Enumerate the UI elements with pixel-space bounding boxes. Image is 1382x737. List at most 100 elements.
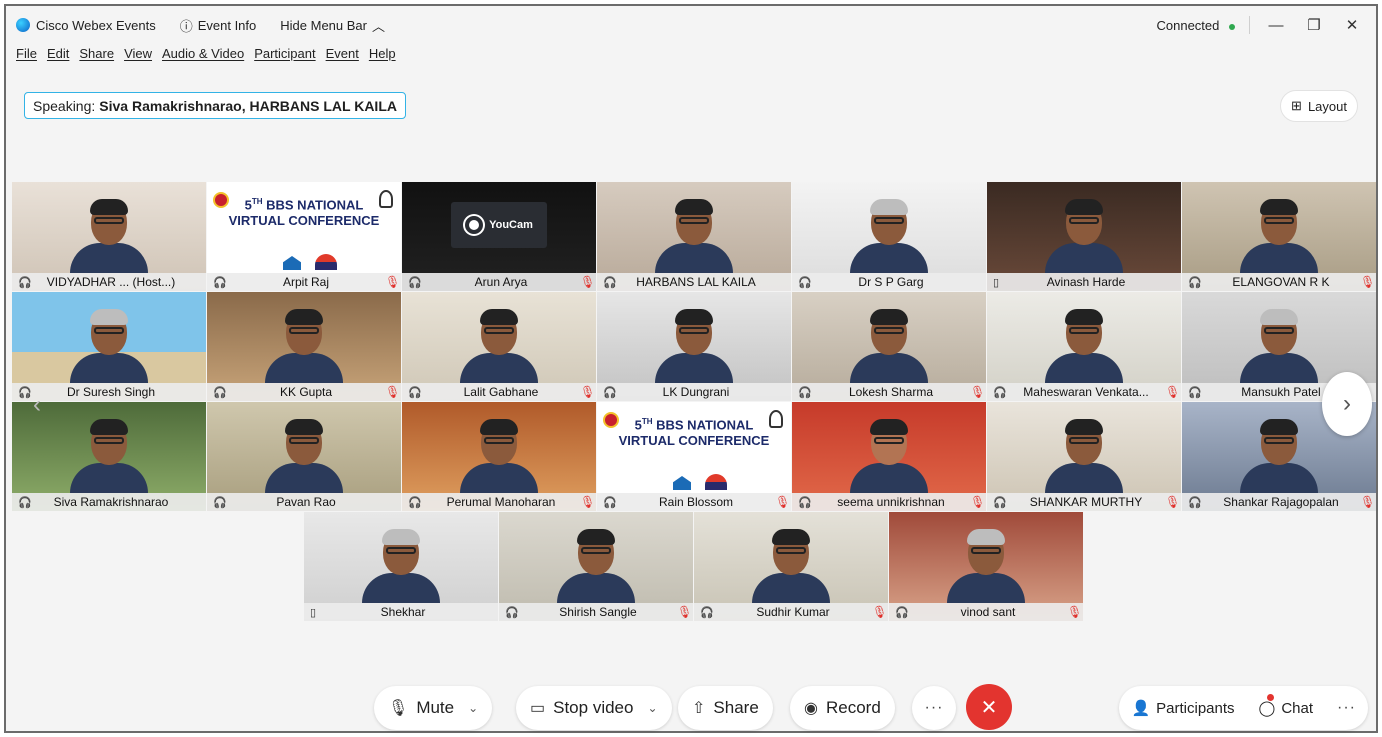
menu-help[interactable]: Help: [369, 46, 396, 68]
participant-tile[interactable]: 🎧 Lokesh Sharma 🎙: [792, 292, 986, 401]
participant-tile[interactable]: YouCam 🎧 Arun Arya 🎙: [402, 182, 596, 291]
participant-label: 🎧 VIDYADHAR ... (Host...): [12, 273, 206, 291]
menu-bar: File Edit Share View Audio & Video Parti…: [6, 46, 396, 68]
poster-title-ordinal: TH: [641, 417, 653, 426]
more-icon: ···: [924, 699, 944, 716]
participant-label: 🎧 Dr S P Garg: [792, 273, 986, 291]
participant-tile[interactable]: 🎧 Sudhir Kumar 🎙: [694, 512, 888, 621]
participant-tile[interactable]: ▯ Avinash Harde: [987, 182, 1181, 291]
share-button[interactable]: ⇧ Share: [678, 686, 773, 730]
menu-share[interactable]: Share: [79, 46, 114, 68]
person-icon: 👤: [1131, 700, 1151, 717]
participant-tile[interactable]: 🎧 Shirish Sangle 🎙: [499, 512, 693, 621]
poster-title-line1: BBS NATIONAL: [656, 417, 754, 433]
hair: [577, 529, 615, 545]
torso: [1240, 243, 1318, 273]
participant-video: [655, 309, 733, 383]
layout-button[interactable]: ⊞ Layout: [1280, 90, 1358, 122]
glasses: [1069, 327, 1099, 334]
participant-tile[interactable]: 🎧 KK Gupta 🎙: [207, 292, 401, 401]
hair: [90, 309, 128, 325]
close-window-button[interactable]: ✕: [1340, 16, 1364, 34]
muted-mic-icon: 🎙: [775, 495, 791, 509]
audio-icon: ▯: [993, 276, 1000, 289]
menu-view[interactable]: View: [124, 46, 152, 68]
participant-tile[interactable]: 🎧 Pavan Rao: [207, 402, 401, 511]
participant-tile[interactable]: 🎧 SHANKAR MURTHY 🎙: [987, 402, 1181, 511]
hair: [285, 419, 323, 435]
hair: [1065, 309, 1103, 325]
glasses: [679, 217, 709, 224]
more-options-button[interactable]: ···: [912, 686, 956, 730]
participant-name: Dr S P Garg: [858, 275, 924, 289]
muted-mic-icon: 🎙: [580, 385, 596, 399]
participant-tile[interactable]: 🎧 LK Dungrani: [597, 292, 791, 401]
participant-tile[interactable]: 🎧 Maheswaran Venkata... 🎙: [987, 292, 1181, 401]
title-bar: Cisco Webex Events ⓘ Event Info Hide Men…: [6, 6, 1376, 44]
muted-mic-icon: 🎙: [580, 495, 596, 509]
audio-icon: 🎧: [213, 386, 227, 399]
stop-video-button[interactable]: ▭ Stop video ⌄: [516, 686, 672, 730]
participant-tile[interactable]: 🎧 ELANGOVAN R K 🎙: [1182, 182, 1376, 291]
video-camera-icon: ▭: [530, 700, 546, 717]
camera-lens-icon: [465, 216, 484, 234]
leave-meeting-button[interactable]: ✕: [966, 684, 1012, 730]
torso: [655, 353, 733, 383]
glasses: [289, 437, 319, 444]
participant-tile[interactable]: ▯ Shekhar: [304, 512, 498, 621]
menu-edit[interactable]: Edit: [47, 46, 69, 68]
menu-event[interactable]: Event: [326, 46, 359, 68]
participant-label: 🎧 HARBANS LAL KAILA: [597, 273, 791, 291]
participant-name: HARBANS LAL KAILA: [636, 275, 756, 289]
mute-button[interactable]: 🎙 Mute ⌄: [374, 686, 493, 730]
participant-tile[interactable]: 🎧 VIDYADHAR ... (Host...): [12, 182, 206, 291]
participant-tile[interactable]: 🎧 Lalit Gabhane 🎙: [402, 292, 596, 401]
participant-tile[interactable]: 5TH BBS NATIONAL VIRTUAL CONFERENCE 🎧 Arpit…: [207, 182, 401, 291]
participant-tile[interactable]: 🎧 Dr S P Garg: [792, 182, 986, 291]
restore-button[interactable]: ❐: [1302, 16, 1326, 34]
hair: [1260, 199, 1298, 215]
participant-tile[interactable]: 5TH BBS NATIONAL VIRTUAL CONFERENCE 🎧 Rain …: [597, 402, 791, 511]
hide-menu-bar-button[interactable]: Hide Menu Bar ︿: [280, 16, 385, 35]
participant-video: [752, 529, 830, 603]
minimize-button[interactable]: —: [1264, 17, 1288, 34]
more-panels-button[interactable]: ···: [1325, 686, 1368, 730]
participant-name: Arun Arya: [474, 275, 528, 289]
participant-tile[interactable]: 🎧 Perumal Manoharan 🎙: [402, 402, 596, 511]
previous-page-button[interactable]: ‹: [14, 376, 60, 434]
participant-tile[interactable]: 🎧 HARBANS LAL KAILA: [597, 182, 791, 291]
audio-icon: ▯: [310, 606, 317, 619]
next-page-button[interactable]: ›: [1322, 372, 1372, 436]
menu-audio-video[interactable]: Audio & Video: [162, 46, 244, 68]
participant-label: 🎧 Maheswaran Venkata... 🎙: [987, 383, 1181, 401]
menu-file[interactable]: File: [16, 46, 37, 68]
audio-icon: 🎧: [18, 496, 32, 509]
chevron-down-icon[interactable]: ⌄: [647, 701, 657, 715]
poster-title-ordinal: TH: [251, 197, 263, 206]
participants-button[interactable]: 👤 Participants: [1119, 686, 1246, 730]
glasses: [94, 437, 124, 444]
house-icon: [283, 256, 301, 270]
participant-tile[interactable]: 🎧 vinod sant 🎙: [889, 512, 1083, 621]
audio-icon: 🎧: [895, 606, 909, 619]
chat-button[interactable]: ◯ Chat: [1247, 686, 1325, 730]
record-button[interactable]: ◉ Record: [790, 686, 895, 730]
participant-video: [1240, 309, 1318, 383]
event-info-button[interactable]: ⓘ Event Info: [180, 16, 257, 35]
audio-icon: 🎧: [1188, 496, 1202, 509]
hair: [285, 309, 323, 325]
audio-icon: 🎧: [1188, 276, 1202, 289]
menu-participant[interactable]: Participant: [254, 46, 315, 68]
participant-name: Sudhir Kumar: [756, 605, 830, 619]
torso: [362, 573, 440, 603]
torso: [655, 243, 733, 273]
participant-label: 🎧 SHANKAR MURTHY 🎙: [987, 493, 1181, 511]
participant-label: 🎧 Arpit Raj 🎙: [207, 273, 401, 291]
participant-tile[interactable]: 🎧 seema unnikrishnan 🎙: [792, 402, 986, 511]
torso: [70, 243, 148, 273]
torso: [947, 573, 1025, 603]
torso: [850, 353, 928, 383]
muted-mic-icon: 🎙: [1165, 385, 1181, 399]
chevron-down-icon[interactable]: ⌄: [468, 701, 478, 715]
muted-mic-icon: 🎙: [677, 605, 693, 619]
